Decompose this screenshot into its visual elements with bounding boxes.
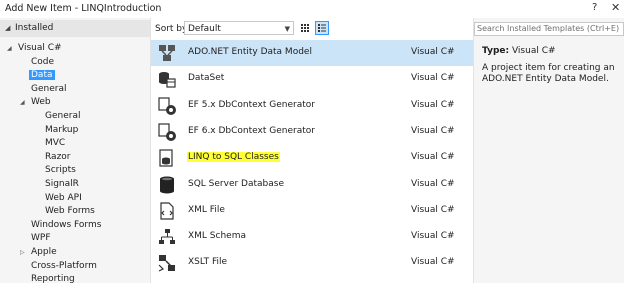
window-title: Add New Item - LINQIntroduction: [5, 3, 162, 14]
tree-item-label: Code: [31, 56, 55, 67]
linq-to-sql-icon: [157, 148, 177, 168]
close-button[interactable]: ✕: [611, 1, 620, 14]
list-view-button[interactable]: [315, 21, 329, 35]
template-category-tree: ◢ Installed ◢ Visual C# Code Data General ◢ We…: [0, 18, 151, 283]
template-name: LINQ to SQL Classes: [187, 152, 280, 163]
details-panel: Search Installed Templates (Ctrl+E) Type…: [473, 18, 624, 283]
tree-item-mvc[interactable]: MVC: [45, 137, 65, 150]
tree-item-label: SignalR: [45, 179, 79, 189]
tree-item-label: WPF: [31, 233, 51, 244]
tree-item-web-forms[interactable]: Web Forms: [45, 205, 95, 218]
dataset-icon: [157, 69, 177, 89]
template-list: ADO.NET Entity Data Model Visual C# DataSe…: [151, 40, 473, 283]
template-name: EF 6.x DbContext Generator: [188, 125, 315, 136]
tree-item-label: Reporting: [31, 274, 75, 283]
database-icon: [157, 175, 177, 195]
tree-item-label: MVC: [45, 138, 66, 149]
tree-item-markup[interactable]: Markup: [45, 124, 78, 137]
tree-item-label: Web: [31, 97, 51, 108]
xml-schema-icon: [157, 227, 177, 247]
tree-item-reporting[interactable]: Reporting: [31, 273, 75, 283]
tree-item-label: Windows Forms: [31, 219, 102, 230]
tree-item-wpf[interactable]: WPF: [31, 232, 51, 245]
expanded-arrow-icon[interactable]: ◢: [7, 42, 12, 55]
type-label: Type:: [482, 46, 510, 56]
tree-item-razor[interactable]: Razor: [45, 151, 71, 164]
tree-item-label: Web Forms: [45, 206, 95, 217]
list-view-icon: [318, 24, 326, 32]
template-toolbar: Sort by: Default ▼: [151, 18, 473, 40]
tree-item-label: General: [31, 83, 67, 94]
type-value: Visual C#: [511, 46, 556, 56]
tree-header-label: Installed: [15, 23, 54, 33]
xslt-file-icon: [157, 253, 177, 273]
title-bar: Add New Item - LINQIntroduction ? ✕: [0, 0, 624, 18]
tree-item-label: Markup: [45, 124, 79, 135]
tree-item-label: Web API: [45, 192, 82, 203]
template-name: ADO.NET Entity Data Model: [188, 47, 312, 57]
template-language: Visual C#: [411, 204, 455, 215]
grid-view-icon: [301, 24, 309, 32]
tree-item-label: Razor: [45, 151, 71, 162]
template-row-xslt-file[interactable]: XSLT File Visual C#: [151, 250, 473, 276]
template-language: Visual C#: [411, 152, 455, 163]
template-row-sql-server-database[interactable]: SQL Server Database Visual C#: [151, 172, 473, 198]
tree-item-label: Visual C#: [18, 43, 62, 53]
template-language: Visual C#: [411, 178, 455, 189]
tree-item-label: General: [45, 111, 81, 121]
entity-model-icon: [157, 43, 177, 63]
template-language: Visual C#: [411, 257, 455, 268]
tree-item-web-api[interactable]: Web API: [45, 192, 82, 205]
template-name: SQL Server Database: [188, 178, 284, 189]
template-row-ef-6-x-dbcontext-generator[interactable]: EF 6.x DbContext Generator Visual C#: [151, 119, 473, 145]
collapse-arrow-icon[interactable]: ◢: [5, 24, 10, 32]
template-description: A project item for creating an ADO.NET E…: [482, 63, 615, 84]
template-language: Visual C#: [411, 231, 455, 242]
template-name: XML File: [188, 204, 225, 215]
chevron-down-icon: ▼: [284, 25, 290, 33]
tree-item-visual-c-[interactable]: ◢ Visual C#: [7, 42, 62, 55]
tree-item-web[interactable]: ◢ Web: [20, 96, 51, 109]
template-name: XSLT File: [188, 257, 228, 268]
tree-item-signalr[interactable]: SignalR: [45, 178, 79, 191]
grid-view-button[interactable]: [298, 21, 312, 35]
search-templates-input[interactable]: Search Installed Templates (Ctrl+E): [474, 22, 624, 36]
template-language: Visual C#: [411, 125, 455, 136]
tree-item-general[interactable]: General: [45, 110, 80, 123]
xml-file-icon: [157, 201, 177, 221]
template-row-ado-net-entity-data-model[interactable]: ADO.NET Entity Data Model Visual C#: [151, 40, 473, 66]
template-name: DataSet: [188, 73, 225, 84]
template-row-dataset[interactable]: DataSet Visual C#: [151, 66, 473, 92]
tree-item-label: Cross-Platform: [31, 260, 97, 271]
tree-item-label: Scripts: [45, 165, 76, 176]
template-row-ef-5-x-dbcontext-generator[interactable]: EF 5.x DbContext Generator Visual C#: [151, 93, 473, 119]
tree-item-windows-forms[interactable]: Windows Forms: [31, 219, 101, 232]
tree-item-general[interactable]: General: [31, 83, 66, 96]
template-name: EF 5.x DbContext Generator: [188, 99, 315, 110]
ef6-generator-icon: [157, 122, 177, 142]
tree-item-code[interactable]: Code: [31, 56, 54, 69]
ef5-generator-icon: [157, 96, 177, 116]
expanded-arrow-icon[interactable]: ◢: [20, 96, 25, 109]
sort-by-dropdown[interactable]: Default ▼: [184, 21, 294, 35]
tree-item-data[interactable]: Data: [29, 69, 55, 82]
template-type: Type: Visual C#: [482, 46, 556, 56]
template-language: Visual C#: [411, 73, 455, 84]
sort-by-value: Default: [188, 24, 221, 34]
tree-item-label: Data: [29, 70, 55, 81]
collapsed-arrow-icon[interactable]: ▷: [20, 246, 25, 259]
tree-header-installed[interactable]: ◢ Installed: [0, 20, 150, 37]
template-row-xml-file[interactable]: XML File Visual C#: [151, 198, 473, 224]
template-name: XML Schema: [188, 231, 246, 242]
tree-item-cross-platform[interactable]: Cross-Platform: [31, 260, 97, 273]
help-button[interactable]: ?: [592, 2, 597, 13]
template-row-xml-schema[interactable]: XML Schema Visual C#: [151, 224, 473, 250]
template-language: Visual C#: [411, 47, 455, 57]
tree-item-scripts[interactable]: Scripts: [45, 164, 76, 177]
tree-item-apple[interactable]: ▷ Apple: [20, 246, 57, 259]
tree-item-label: Apple: [31, 247, 57, 257]
template-language: Visual C#: [411, 99, 455, 110]
template-row-linq-to-sql-classes[interactable]: LINQ to SQL Classes Visual C#: [151, 145, 473, 171]
